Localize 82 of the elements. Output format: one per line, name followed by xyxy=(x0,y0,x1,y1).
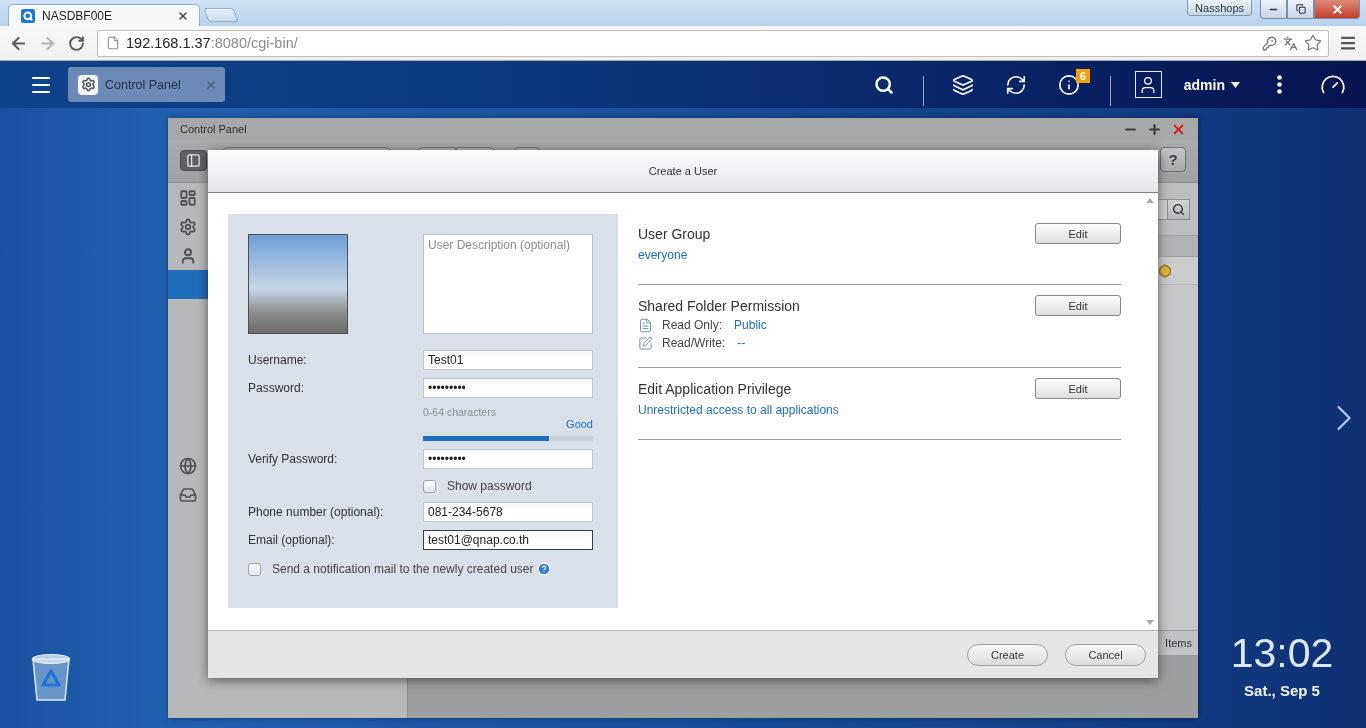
dashboard-icon xyxy=(179,188,197,207)
permission-value[interactable]: -- xyxy=(737,336,746,350)
close-icon[interactable] xyxy=(177,9,189,22)
input-field[interactable]: 081-234-5678 xyxy=(423,502,593,522)
field-label: Phone number (optional): xyxy=(248,505,385,519)
input-field[interactable]: test01@qnap.co.th xyxy=(423,530,593,550)
layers-icon xyxy=(951,73,974,96)
notification-badge: 6 xyxy=(1075,68,1090,83)
items-label: Items xyxy=(1165,637,1192,649)
search-icon xyxy=(1172,202,1185,216)
more-icon xyxy=(1276,75,1282,94)
field-label: Username: xyxy=(248,353,308,367)
user-icon xyxy=(179,246,197,265)
close-icon xyxy=(1330,2,1344,16)
field-label: Verify Password: xyxy=(248,452,339,466)
dialog-title: Create a User xyxy=(648,165,718,177)
field-label: Password: xyxy=(248,381,306,395)
field-label: Email (optional): xyxy=(248,533,336,547)
link[interactable]: Unrestricted access to all applications xyxy=(638,403,839,417)
panel-icon xyxy=(186,153,201,168)
search-icon xyxy=(873,74,894,95)
restore-icon xyxy=(1295,4,1306,14)
permission-label: Read Only: xyxy=(662,318,723,332)
menu-icon xyxy=(1338,34,1357,52)
clock-date: Sat., Sep 5 xyxy=(1244,681,1320,700)
profile-button[interactable]: Nasshops xyxy=(1187,0,1252,16)
hint-text: 0-64 characters xyxy=(423,406,497,418)
cancel-button[interactable]: Cancel xyxy=(1065,643,1146,666)
clock-time: 13:02 xyxy=(1230,630,1334,676)
hexagon-icon xyxy=(1158,263,1172,278)
user-menu-button[interactable]: admin xyxy=(1181,72,1242,97)
input-field[interactable]: ••••••••• xyxy=(423,449,593,469)
minimize-button[interactable] xyxy=(1260,0,1287,19)
checkbox[interactable] xyxy=(248,562,261,576)
account-button[interactable] xyxy=(1134,71,1162,98)
settings-icon xyxy=(179,217,197,236)
strength-rating: Good xyxy=(566,418,593,431)
app-logo-icon xyxy=(21,8,35,23)
checkbox-label: Send a notification mail to the newly created user xyxy=(272,562,534,576)
caret-down-icon xyxy=(1231,81,1240,88)
link[interactable]: everyone xyxy=(638,248,688,262)
reload-icon xyxy=(68,34,85,52)
browser-tab[interactable]: NASDBF00E xyxy=(8,4,200,26)
globe-icon xyxy=(179,456,197,475)
edit-icon xyxy=(638,335,653,351)
edit-button[interactable]: Edit xyxy=(1035,378,1121,399)
edit-button[interactable]: Edit xyxy=(1035,295,1121,316)
permission-label: Read/Write: xyxy=(662,336,726,350)
settings-icon xyxy=(78,74,98,95)
section-title: Edit Application Privilege xyxy=(638,380,792,397)
checkbox[interactable] xyxy=(423,479,436,493)
scroll-down-arrow-icon[interactable] xyxy=(1145,620,1154,625)
address-field[interactable]: 192.168.1.37:8080/cgi-bin/ xyxy=(97,29,1329,57)
info-icon xyxy=(1057,73,1080,96)
bookmark-star-icon[interactable] xyxy=(1304,34,1322,52)
restore-button[interactable] xyxy=(1287,0,1314,19)
recycle-bin-icon[interactable] xyxy=(30,653,72,701)
section-title: User Group xyxy=(638,225,711,242)
scroll-up-arrow-icon[interactable] xyxy=(1145,198,1154,203)
description-field[interactable]: User Description (optional) xyxy=(423,234,593,334)
document-icon xyxy=(638,317,653,333)
tray-icon xyxy=(179,485,197,504)
edit-button[interactable]: Edit xyxy=(1035,223,1121,244)
url-text: 192.168.1.37:8080/cgi-bin/ xyxy=(126,35,298,51)
input-field[interactable]: Test01 xyxy=(423,350,593,370)
section-title: Shared Folder Permission xyxy=(638,297,800,314)
translate-icon[interactable] xyxy=(1283,35,1298,51)
create-button[interactable]: Create xyxy=(967,643,1048,666)
close-button[interactable] xyxy=(1314,0,1360,19)
layout-toggle-button[interactable] xyxy=(180,150,207,171)
page-icon xyxy=(106,36,120,50)
key-icon[interactable] xyxy=(1262,35,1277,51)
checkbox-label: Show password xyxy=(447,479,532,493)
maximize-icon[interactable] xyxy=(1147,121,1162,137)
search-button[interactable] xyxy=(1167,199,1189,219)
sync-icon xyxy=(1004,73,1027,96)
app-tab[interactable]: Control Panel xyxy=(68,67,225,102)
input-field[interactable]: ••••••••• xyxy=(423,378,593,398)
help-button[interactable]: ? xyxy=(1160,147,1186,172)
help-icon[interactable] xyxy=(537,562,552,576)
window-title: Control Panel xyxy=(180,123,247,135)
permission-value[interactable]: Public xyxy=(734,318,767,332)
